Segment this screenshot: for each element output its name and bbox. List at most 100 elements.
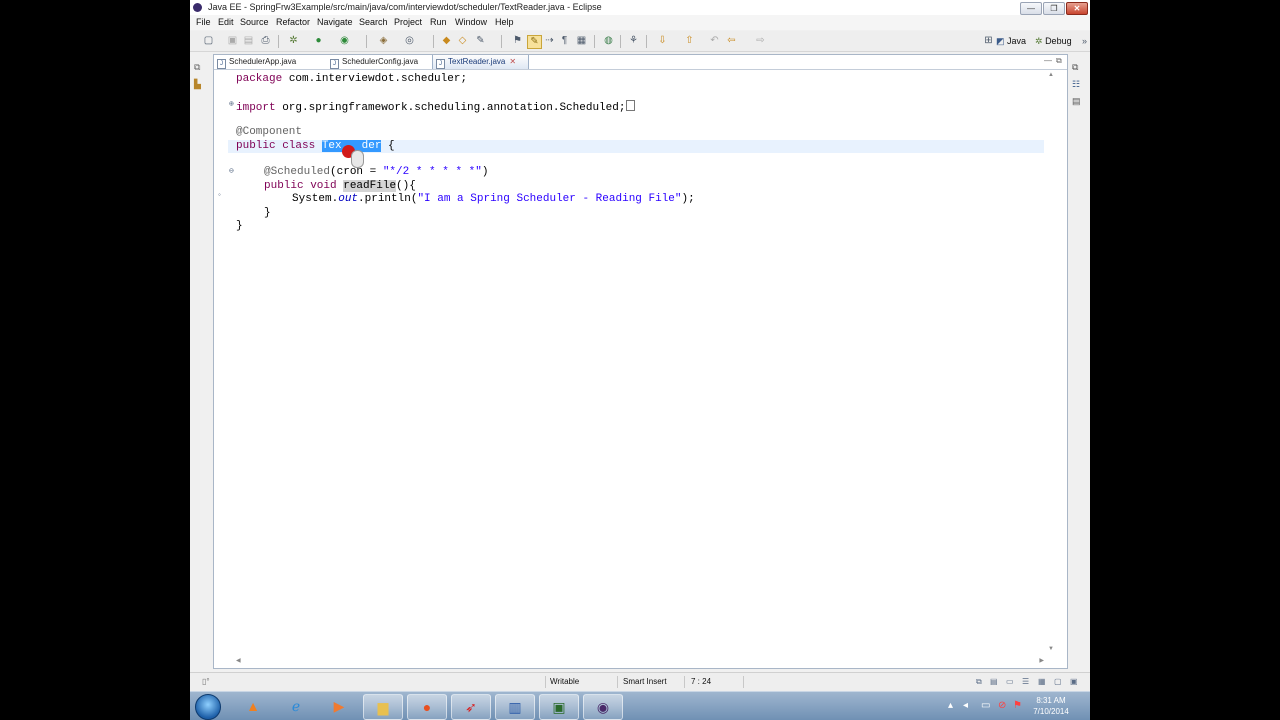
status-insert-mode: Smart Insert: [623, 677, 667, 686]
menu-project[interactable]: Project: [394, 15, 422, 30]
code-line-5: @Scheduled(cron = "*/2 * * * * *"): [264, 166, 489, 178]
folded-imports-icon[interactable]: [626, 100, 636, 111]
restore-icon[interactable]: ⧉: [194, 62, 208, 73]
minimize-editor-icon[interactable]: —: [1044, 56, 1052, 65]
network-icon[interactable]: ▭: [981, 700, 990, 711]
servers-icon[interactable]: ▤: [990, 673, 998, 691]
properties-icon[interactable]: ☰: [1022, 673, 1029, 691]
search-icon[interactable]: ◇: [456, 35, 469, 47]
outline-icon[interactable]: ☷: [1072, 79, 1086, 90]
scroll-up-icon[interactable]: ▲: [1048, 72, 1054, 78]
show-whitespace-icon[interactable]: ¶: [558, 35, 571, 47]
tab-textreader[interactable]: J TextReader.java ✕: [432, 55, 529, 69]
scroll-left-icon[interactable]: ◀: [236, 657, 241, 664]
start-button[interactable]: [195, 694, 221, 720]
file-explorer-icon[interactable]: ▆: [363, 694, 403, 720]
menu-bar: File Edit Source Refactor Navigate Searc…: [190, 15, 1090, 30]
tab-schedulerconfig[interactable]: J SchedulerConfig.java: [330, 55, 435, 69]
eclipse-icon: [193, 3, 202, 12]
package-explorer-icon[interactable]: ▙: [194, 79, 208, 90]
next-annotation-icon[interactable]: ⇩: [656, 35, 669, 47]
task-list-icon[interactable]: ▤: [1072, 96, 1086, 107]
forward-nav-icon[interactable]: ⇨: [754, 35, 767, 47]
menu-refactor[interactable]: Refactor: [276, 15, 310, 30]
selected-class-name[interactable]: Tex der: [321, 140, 382, 168]
globe-icon[interactable]: ◍: [602, 35, 615, 47]
perspective-java[interactable]: ◩ Java: [996, 34, 1026, 48]
volume-icon[interactable]: ◂: [963, 700, 968, 711]
restore-button[interactable]: ❐: [1043, 2, 1065, 15]
menu-source[interactable]: Source: [240, 15, 269, 30]
media-player-icon[interactable]: ▶: [320, 694, 358, 718]
snippets-icon[interactable]: ▢: [1054, 673, 1062, 691]
restore-right-icon[interactable]: ⧉: [1072, 62, 1086, 73]
problems-icon[interactable]: ▭: [1006, 673, 1014, 691]
eclipse-taskbar-icon[interactable]: ◉: [583, 694, 623, 720]
fold-collapse-icon[interactable]: ⊖: [229, 166, 234, 176]
debug-icon[interactable]: ✲: [287, 35, 300, 47]
code-line-9: }: [236, 220, 243, 232]
menu-help[interactable]: Help: [495, 15, 514, 30]
forward-icon[interactable]: ⇢: [543, 35, 556, 47]
markers-icon[interactable]: ▣: [1070, 673, 1078, 691]
open-type-icon[interactable]: ◎: [403, 35, 416, 47]
highlight-icon[interactable]: ✎: [527, 35, 542, 49]
back-icon[interactable]: ⇦: [725, 35, 738, 47]
java-perspective-icon: ◩: [996, 36, 1005, 46]
firefox-icon[interactable]: ●: [407, 694, 447, 720]
vertical-scrollbar[interactable]: ▲ ▼: [1047, 72, 1057, 652]
menu-run[interactable]: Run: [430, 15, 447, 30]
scroll-right-icon[interactable]: ▶: [1039, 657, 1044, 664]
last-edit-icon[interactable]: ↶: [708, 35, 721, 47]
vlc-icon[interactable]: ▲: [234, 694, 272, 718]
save-icon[interactable]: ▣: [226, 35, 239, 47]
previous-annotation-icon[interactable]: ⇧: [683, 35, 696, 47]
close-button[interactable]: ✕: [1066, 2, 1088, 15]
close-tab-icon[interactable]: ✕: [509, 57, 516, 66]
block-selection-icon[interactable]: ▦: [575, 35, 588, 47]
menu-search[interactable]: Search: [359, 15, 388, 30]
more-icon[interactable]: »: [1078, 35, 1090, 47]
perspective-debug[interactable]: ✲ Debug: [1035, 34, 1072, 48]
flag-icon[interactable]: ⚑: [1013, 700, 1022, 711]
save-tool-icon[interactable]: ▥: [495, 694, 535, 720]
menu-navigate[interactable]: Navigate: [317, 15, 353, 30]
annotation-icon[interactable]: ✎: [474, 35, 487, 47]
minimize-button[interactable]: —: [1020, 2, 1042, 15]
link-icon[interactable]: ⚘: [627, 35, 640, 47]
new-icon[interactable]: ▢: [202, 35, 215, 47]
fast-view-icon[interactable]: ▯°: [202, 673, 210, 691]
terminal-icon[interactable]: ▣: [539, 694, 579, 720]
external-tools-icon[interactable]: ◉: [338, 35, 351, 47]
maximize-editor-icon[interactable]: ⧉: [1056, 56, 1062, 66]
open-perspective-icon[interactable]: ⊞: [982, 35, 995, 47]
code-editor[interactable]: ⊕ ⊖ ◦ package com.interviewdot.scheduler…: [214, 70, 1044, 655]
code-line-3: @Component: [236, 126, 303, 138]
scroll-down-icon[interactable]: ▼: [1048, 646, 1054, 652]
tab-schedulerapp[interactable]: J SchedulerApp.java: [217, 55, 317, 69]
system-clock[interactable]: 8:31 AM 7/10/2014: [1026, 695, 1076, 717]
new-class-icon[interactable]: ◈: [377, 35, 390, 47]
fold-expand-icon[interactable]: ⊕: [229, 99, 234, 109]
run-icon[interactable]: ●: [312, 35, 325, 47]
mark-occurrences-icon[interactable]: ⚑: [511, 35, 524, 47]
save-all-icon[interactable]: ▤: [242, 35, 255, 47]
tray-expand-icon[interactable]: ▴: [948, 700, 953, 711]
left-trim-stack: ⧉ ▙: [194, 62, 208, 102]
title-bar: Java EE - SpringFrw3Example/src/main/jav…: [190, 0, 1090, 15]
app-icon[interactable]: ➶: [451, 694, 491, 720]
main-toolbar: ▢ ▣ ▤ ⎙ ✲ ● ◉ ◈ ◎ ◆ ◇ ✎ ⚑ ✎ ⇢ ¶ ▦ ◍ ⚘ ⇩ …: [190, 31, 1090, 52]
code-line-1: package com.interviewdot.scheduler;: [236, 73, 468, 85]
code-line-2: import org.springframework.scheduling.an…: [236, 100, 636, 114]
data-source-icon[interactable]: ▦: [1038, 673, 1046, 691]
internet-explorer-icon[interactable]: ℯ: [277, 694, 315, 718]
security-icon[interactable]: ⊘: [998, 700, 1006, 711]
menu-file[interactable]: File: [196, 15, 211, 30]
horizontal-scrollbar[interactable]: ◀ ▶: [236, 657, 1044, 667]
print-icon[interactable]: ⎙: [259, 35, 272, 47]
menu-window[interactable]: Window: [455, 15, 487, 30]
open-task-icon[interactable]: ◆: [440, 35, 453, 47]
console-icon[interactable]: ⧉: [976, 673, 982, 691]
status-bar: ▯° Writable Smart Insert 7 : 24 ⧉ ▤ ▭ ☰ …: [190, 672, 1090, 691]
menu-edit[interactable]: Edit: [218, 15, 234, 30]
